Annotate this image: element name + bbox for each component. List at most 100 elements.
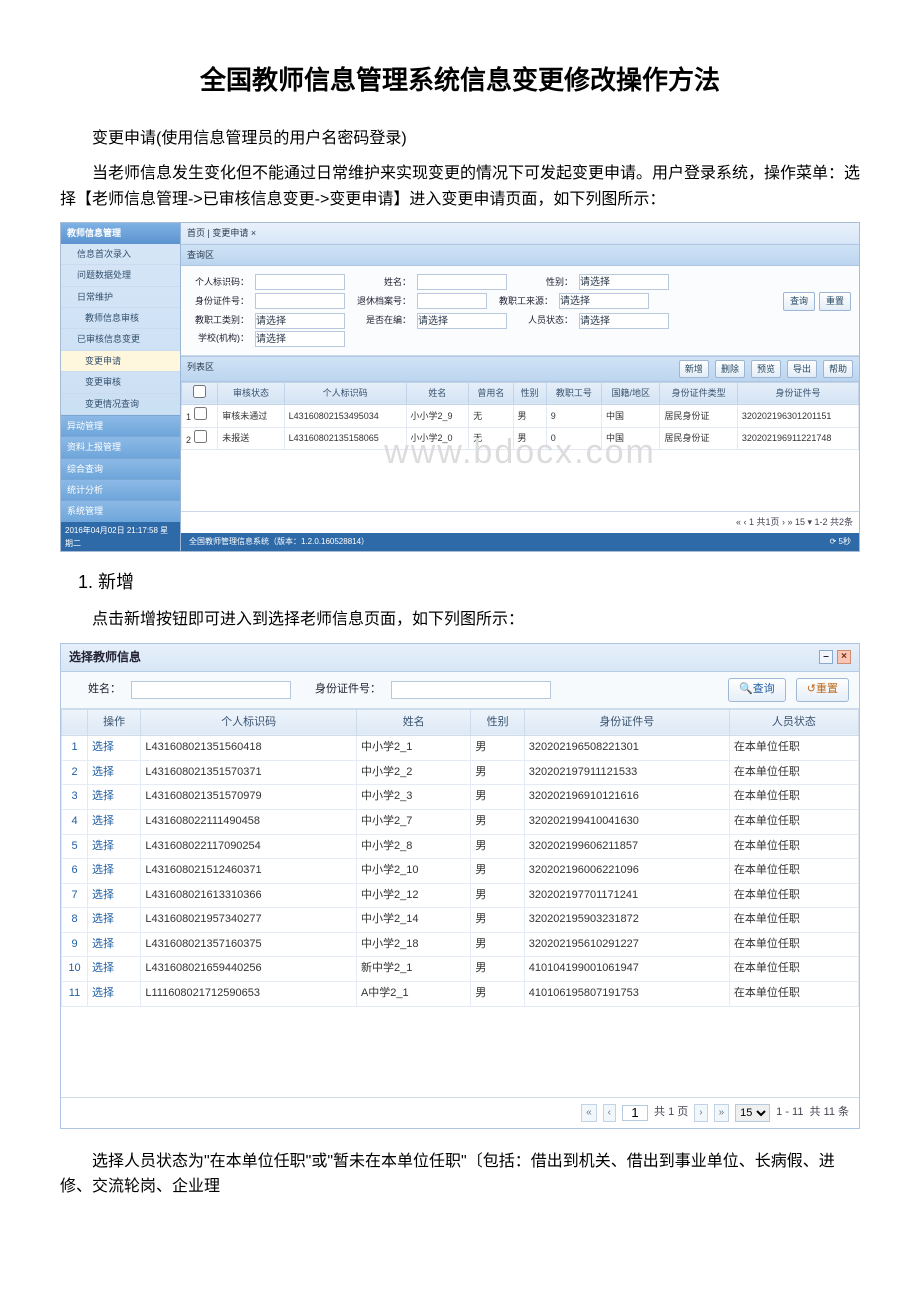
cell-id: 320202195903231872 <box>524 908 729 933</box>
main-panel: 首页 | 变更申请 × 查询区 个人标识码： 姓名： 性别： 请选择 身份证件号… <box>181 223 859 551</box>
table-row[interactable]: 1 审核未通过 L43160802153495034 小小学2_9 无 男 9 … <box>182 405 859 427</box>
cell-id: 410104199001061947 <box>524 957 729 982</box>
cell-select[interactable]: 选择 <box>88 883 141 908</box>
cell-select[interactable]: 选择 <box>88 908 141 933</box>
pager-page-input[interactable] <box>622 1105 648 1121</box>
query-button[interactable]: 查询 <box>783 292 815 310</box>
table-row: 2 选择 L431608021351570371 中小学2_2 男 320202… <box>62 760 859 785</box>
sidebar-group-4[interactable]: 系统管理 <box>61 500 180 521</box>
select-link[interactable]: 选择 <box>92 913 114 925</box>
pager-first-icon[interactable]: « <box>581 1104 597 1122</box>
input-retire[interactable] <box>417 293 487 309</box>
select-type[interactable]: 请选择 <box>255 313 345 329</box>
cell-status: 在本单位任职 <box>729 736 858 761</box>
input-s2-idno[interactable] <box>391 681 551 699</box>
delete-button[interactable]: 删除 <box>715 360 745 378</box>
cell-sex: 男 <box>471 834 524 859</box>
cell-select[interactable]: 选择 <box>88 957 141 982</box>
cell-num: 5 <box>62 834 88 859</box>
select-org[interactable]: 请选择 <box>255 331 345 347</box>
s2-query-button[interactable]: 🔍查询 <box>728 678 786 702</box>
sidebar-item-7[interactable]: 变更情况查询 <box>61 394 180 415</box>
sidebar-group-1[interactable]: 资料上报管理 <box>61 436 180 457</box>
cell-status: 在本单位任职 <box>729 834 858 859</box>
cell-idtype: 居民身份证 <box>660 427 737 449</box>
close-icon[interactable]: × <box>837 650 851 664</box>
cell-select[interactable]: 选择 <box>88 932 141 957</box>
pager-last-icon[interactable]: » <box>714 1104 730 1122</box>
col-nation: 国籍/地区 <box>602 382 660 404</box>
sidebar-item-4[interactable]: 已审核信息变更 <box>61 329 180 350</box>
select-link[interactable]: 选择 <box>92 962 114 974</box>
sidebar-item-3[interactable]: 教师信息审核 <box>61 308 180 329</box>
check-all[interactable] <box>193 385 206 398</box>
add-button[interactable]: 新增 <box>679 360 709 378</box>
cell-code: L43160802153495034 <box>284 405 406 427</box>
sidebar-item-0[interactable]: 信息首次录入 <box>61 244 180 265</box>
s2-reset-button[interactable]: ↺重置 <box>796 678 849 702</box>
cell-select[interactable]: 选择 <box>88 859 141 884</box>
minimize-icon[interactable]: – <box>819 650 833 664</box>
label-code: 个人标识码： <box>189 275 249 289</box>
cell-id: 320202197701171241 <box>524 883 729 908</box>
cell-nation: 中国 <box>602 427 660 449</box>
pager[interactable]: « ‹ 1 共1页 › » 15 ▾ 1-2 共2条 <box>181 511 859 532</box>
table-row[interactable]: 2 未报送 L43160802135158065 小小学2_0 无 男 0 中国… <box>182 427 859 449</box>
cell-name: A中学2_1 <box>356 982 470 1007</box>
tab-bar[interactable]: 首页 | 变更申请 × <box>181 223 859 244</box>
report-button[interactable]: 预览 <box>751 360 781 378</box>
export-button[interactable]: 导出 <box>787 360 817 378</box>
cell-sex: 男 <box>471 785 524 810</box>
input-name[interactable] <box>417 274 507 290</box>
pager-range: 1 - 11 <box>776 1104 803 1122</box>
modal-title: 选择教师信息 <box>69 648 141 667</box>
select-sex[interactable]: 请选择 <box>579 274 669 290</box>
sidebar-item-6[interactable]: 变更审核 <box>61 372 180 393</box>
sidebar-item-1[interactable]: 问题数据处理 <box>61 265 180 286</box>
cell-name: 新中学2_1 <box>356 957 470 982</box>
select-source[interactable]: 请选择 <box>559 293 649 309</box>
sidebar-group-0[interactable]: 异动管理 <box>61 415 180 436</box>
footer-refresh[interactable]: ⟳ 5秒 <box>830 536 851 549</box>
cell-num: 3 <box>62 785 88 810</box>
help-button[interactable]: 帮助 <box>823 360 853 378</box>
col-check[interactable] <box>182 382 218 404</box>
cell-id: 320202196910121616 <box>524 785 729 810</box>
cell-select[interactable]: 选择 <box>88 982 141 1007</box>
pager-next-icon[interactable]: › <box>694 1104 707 1122</box>
cell-num: 8 <box>62 908 88 933</box>
pager-size-select[interactable]: 15 <box>735 1104 770 1122</box>
select-link[interactable]: 选择 <box>92 864 114 876</box>
row-check[interactable]: 1 <box>182 405 218 427</box>
select-link[interactable]: 选择 <box>92 766 114 778</box>
cell-select[interactable]: 选择 <box>88 736 141 761</box>
select-hr[interactable]: 请选择 <box>417 313 507 329</box>
sidebar-item-change-request[interactable]: 变更申请 <box>61 351 180 372</box>
sidebar-group-2[interactable]: 综合查询 <box>61 458 180 479</box>
cell-select[interactable]: 选择 <box>88 785 141 810</box>
select-link[interactable]: 选择 <box>92 938 114 950</box>
select-link[interactable]: 选择 <box>92 815 114 827</box>
select-link[interactable]: 选择 <box>92 840 114 852</box>
select-status[interactable]: 请选择 <box>579 313 669 329</box>
pager-prev-icon[interactable]: ‹ <box>603 1104 616 1122</box>
select-link[interactable]: 选择 <box>92 790 114 802</box>
input-idno[interactable] <box>255 293 345 309</box>
select-link[interactable]: 选择 <box>92 987 114 999</box>
row-check[interactable]: 2 <box>182 427 218 449</box>
cell-select[interactable]: 选择 <box>88 809 141 834</box>
sidebar-group-3[interactable]: 统计分析 <box>61 479 180 500</box>
select-link[interactable]: 选择 <box>92 741 114 753</box>
input-s2-name[interactable] <box>131 681 291 699</box>
paragraph-3: 点击新增按钮即可进入到选择老师信息页面，如下列图所示： <box>60 607 860 633</box>
s2-col-name: 姓名 <box>356 709 470 736</box>
result-grid: 审核状态 个人标识码 姓名 曾用名 性别 教职工号 国籍/地区 身份证件类型 身… <box>181 382 859 511</box>
input-code[interactable] <box>255 274 345 290</box>
label-source: 教职工来源： <box>493 294 553 308</box>
cell-code: L431608021351570371 <box>141 760 357 785</box>
select-link[interactable]: 选择 <box>92 889 114 901</box>
cell-select[interactable]: 选择 <box>88 760 141 785</box>
cell-select[interactable]: 选择 <box>88 834 141 859</box>
reset-button[interactable]: 重置 <box>819 292 851 310</box>
sidebar-item-2[interactable]: 日常维护 <box>61 287 180 308</box>
